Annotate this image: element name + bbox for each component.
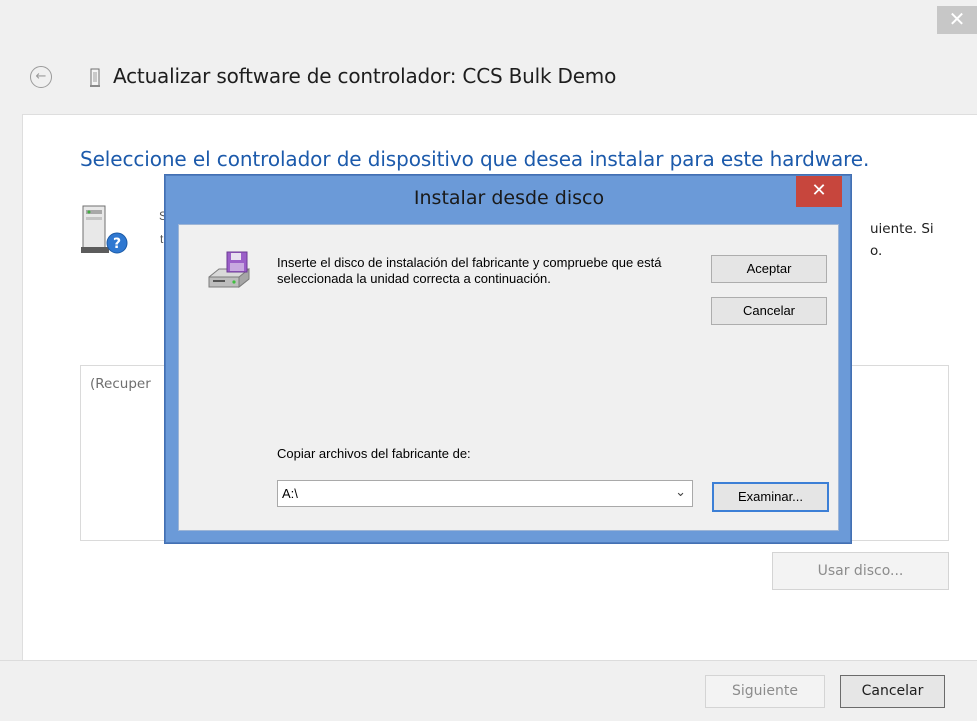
- arrow-left-icon: ←: [35, 69, 47, 84]
- description-right-line-2: o.: [870, 243, 883, 259]
- description-fragment-2: t: [160, 232, 164, 246]
- wizard-title: Actualizar software de controlador: CCS …: [113, 64, 617, 88]
- dialog-message: Inserte el disco de instalación del fabr…: [277, 255, 662, 286]
- dialog-body: Inserte el disco de instalación del fabr…: [178, 224, 839, 531]
- dialog-close-button[interactable]: ✕: [796, 176, 842, 207]
- page-heading: Seleccione el controlador de dispositivo…: [80, 147, 870, 171]
- description-text-right: uiente. Si o.: [870, 218, 934, 262]
- svg-text:?: ?: [113, 236, 121, 252]
- wizard-footer: [0, 660, 977, 721]
- next-button[interactable]: Siguiente: [705, 675, 825, 708]
- chevron-down-icon[interactable]: ⌄: [675, 485, 686, 500]
- description-right-line-1: uiente. Si: [870, 221, 934, 237]
- install-from-disk-dialog: Instalar desde disco ✕ Inserte el disco …: [165, 175, 851, 543]
- use-disk-button[interactable]: Usar disco...: [772, 552, 949, 590]
- back-button[interactable]: ←: [30, 66, 52, 88]
- browse-button[interactable]: Examinar...: [712, 482, 829, 512]
- source-path-value: A:\: [282, 486, 298, 501]
- source-path-combobox[interactable]: A:\ ⌄: [277, 480, 693, 507]
- ok-button[interactable]: Aceptar: [711, 255, 827, 283]
- wizard-header: [0, 0, 977, 114]
- computer-question-icon: ?: [81, 205, 128, 254]
- window-close-button[interactable]: ✕: [937, 6, 977, 34]
- list-item[interactable]: (Recuper: [90, 376, 151, 392]
- cancel-button[interactable]: Cancelar: [840, 675, 945, 708]
- copy-from-label: Copiar archivos del fabricante de:: [277, 446, 471, 461]
- disk-drive-icon: [208, 251, 250, 289]
- dialog-title: Instalar desde disco: [413, 187, 605, 209]
- dialog-cancel-button[interactable]: Cancelar: [711, 297, 827, 325]
- usb-device-icon: [90, 68, 100, 87]
